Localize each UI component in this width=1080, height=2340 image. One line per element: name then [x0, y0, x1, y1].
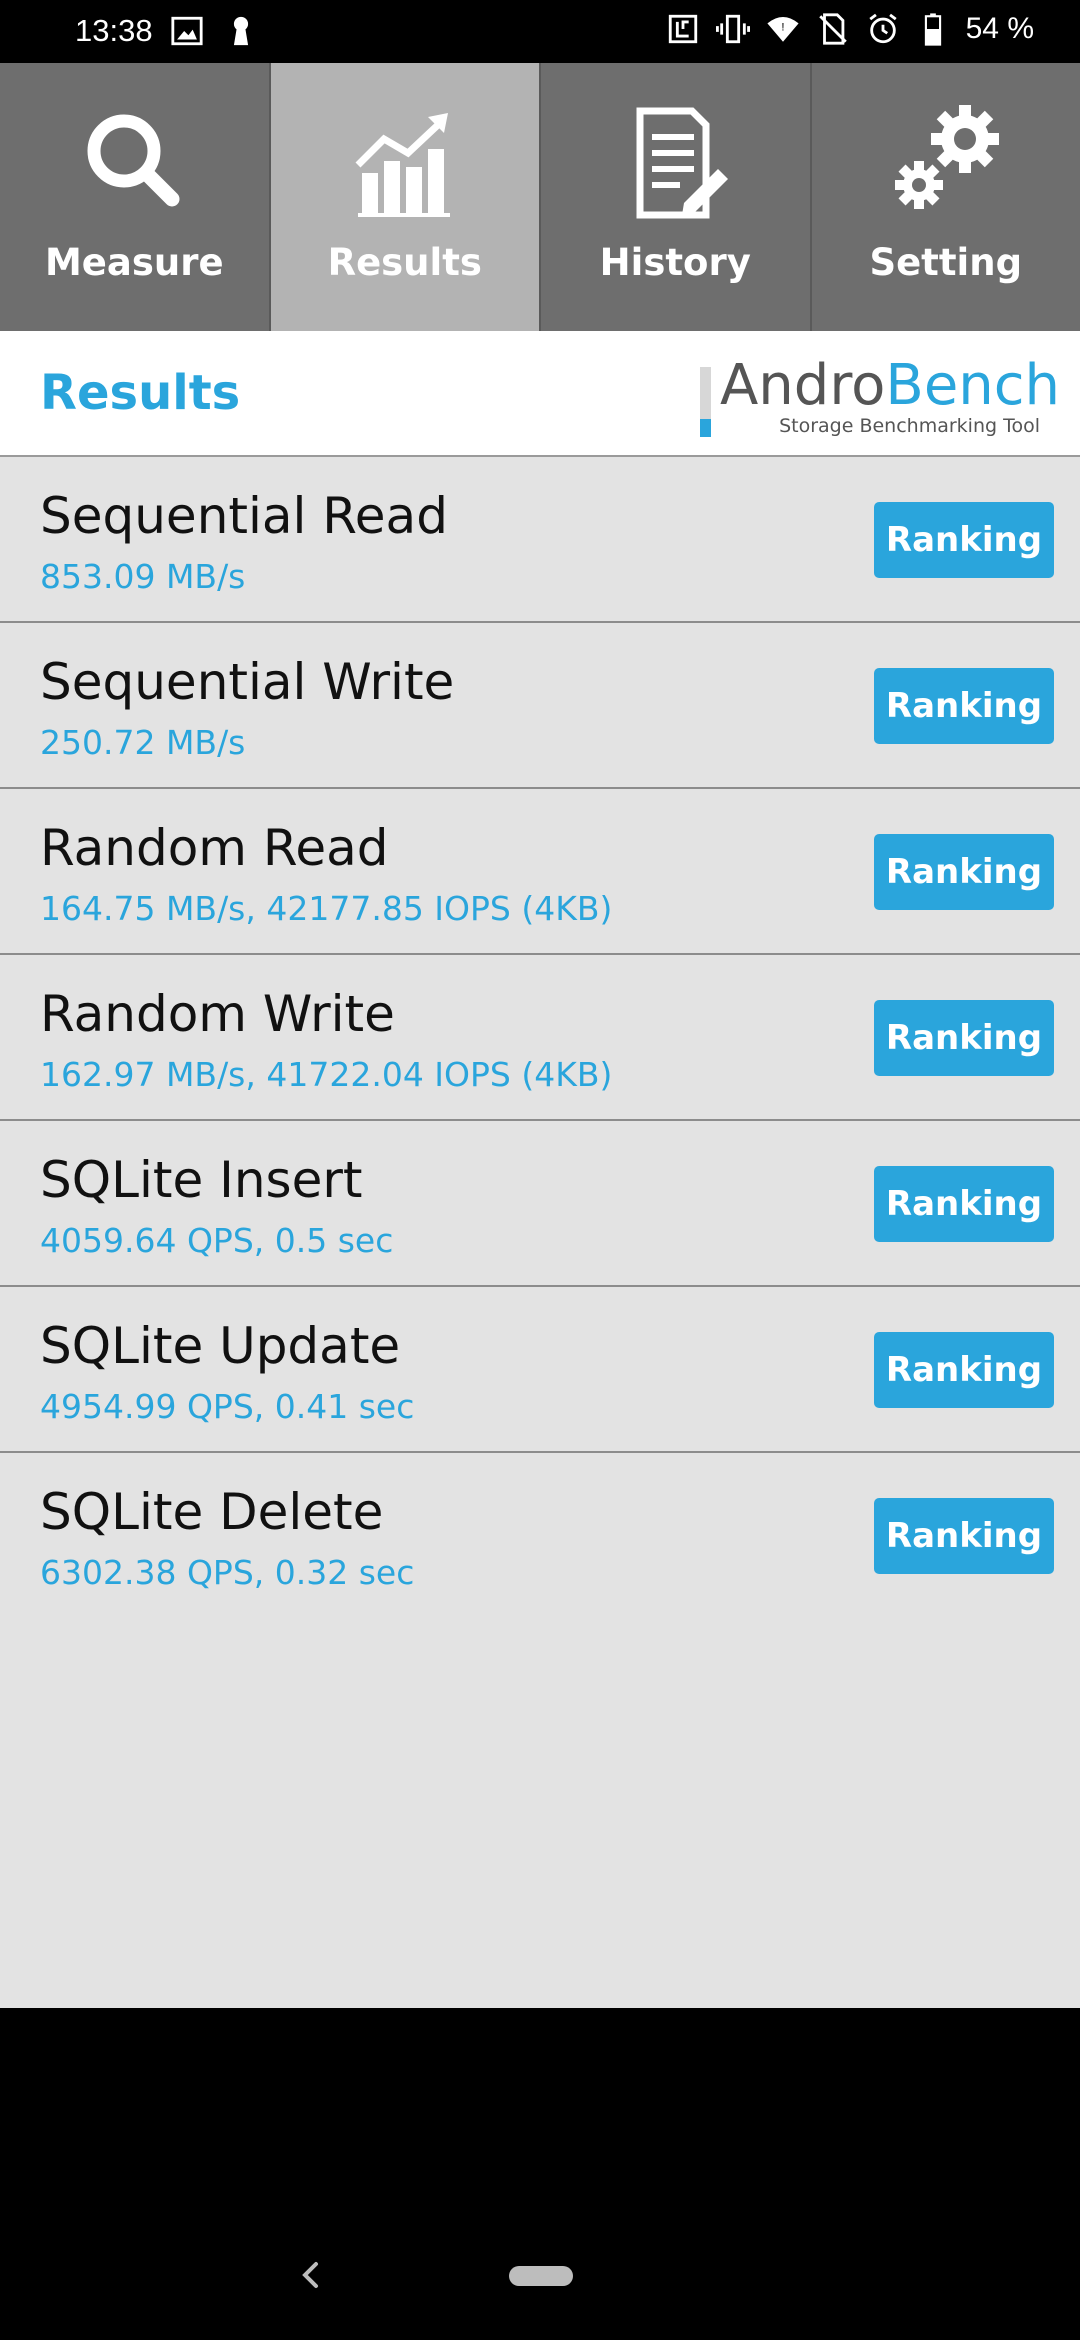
- image-icon: [171, 16, 203, 46]
- result-row-sqlite-update: SQLite Update 4954.99 QPS, 0.41 sec Rank…: [0, 1287, 1080, 1453]
- wifi-icon: !: [767, 16, 799, 42]
- page-title: Results: [40, 365, 241, 421]
- document-edit-icon: [636, 107, 729, 219]
- result-value: 4954.99 QPS, 0.41 sec: [40, 1387, 415, 1426]
- keyhole-icon: [233, 16, 249, 46]
- status-bar: 13:38 ! 54 %: [0, 0, 1080, 63]
- tab-history[interactable]: History: [541, 63, 812, 331]
- alarm-icon: [869, 13, 897, 44]
- result-row-random-read: Random Read 164.75 MB/s, 42177.85 IOPS (…: [0, 789, 1080, 955]
- result-value: 4059.64 QPS, 0.5 sec: [40, 1221, 394, 1260]
- chart-icon: [355, 113, 450, 217]
- back-icon[interactable]: [296, 2260, 326, 2290]
- result-value: 6302.38 QPS, 0.32 sec: [40, 1553, 415, 1592]
- logo-bar-accent: [700, 419, 711, 437]
- tab-label: History: [599, 241, 751, 284]
- result-name: Random Read: [40, 819, 389, 877]
- result-name: SQLite Insert: [40, 1151, 363, 1209]
- result-name: Sequential Write: [40, 653, 455, 711]
- ranking-button[interactable]: Ranking: [874, 1000, 1054, 1076]
- svg-text:!: !: [781, 21, 784, 33]
- tab-measure[interactable]: Measure: [0, 63, 271, 331]
- results-list: Sequential Read 853.09 MB/s Ranking Sequ…: [0, 457, 1080, 2008]
- ranking-button[interactable]: Ranking: [874, 1166, 1054, 1242]
- result-row-sqlite-delete: SQLite Delete 6302.38 QPS, 0.32 sec Rank…: [0, 1453, 1080, 1617]
- status-time: 13:38: [75, 13, 153, 48]
- search-icon: [87, 114, 180, 207]
- result-row-sequential-write: Sequential Write 250.72 MB/s Ranking: [0, 623, 1080, 789]
- tab-label: Measure: [44, 241, 224, 284]
- ranking-button[interactable]: Ranking: [874, 1332, 1054, 1408]
- result-name: SQLite Update: [40, 1317, 401, 1375]
- tab-label: Setting: [869, 241, 1023, 284]
- logo-subtitle: Storage Benchmarking Tool: [779, 415, 1040, 437]
- ranking-button[interactable]: Ranking: [874, 834, 1054, 910]
- result-name: Sequential Read: [40, 487, 448, 545]
- battery-percent: 54 %: [965, 12, 1034, 45]
- logo-andro: Andro: [720, 353, 886, 418]
- battery-icon: [924, 13, 941, 46]
- result-value: 164.75 MB/s, 42177.85 IOPS (4KB): [40, 889, 613, 928]
- results-header: Results AndroBench Storage Benchmarking …: [0, 331, 1080, 457]
- ranking-button[interactable]: Ranking: [874, 668, 1054, 744]
- result-row-random-write: Random Write 162.97 MB/s, 41722.04 IOPS …: [0, 955, 1080, 1121]
- gears-icon: [894, 105, 999, 209]
- tab-results[interactable]: Results: [270, 63, 541, 331]
- nfc-icon: [668, 14, 697, 44]
- ranking-button[interactable]: Ranking: [874, 502, 1054, 578]
- home-pill[interactable]: [509, 2266, 573, 2286]
- ranking-button[interactable]: Ranking: [874, 1498, 1054, 1574]
- logo-text: AndroBench: [720, 353, 1060, 419]
- result-value: 250.72 MB/s: [40, 723, 246, 762]
- system-nav-bar: [0, 2008, 1080, 2340]
- vibrate-icon: [715, 14, 750, 44]
- top-tab-bar: Measure Results History Setting: [0, 63, 1080, 331]
- result-name: Random Write: [40, 985, 395, 1043]
- logo-bench: Bench: [885, 353, 1061, 418]
- tab-label: Results: [327, 241, 482, 284]
- result-row-sequential-read: Sequential Read 853.09 MB/s Ranking: [0, 457, 1080, 623]
- result-value: 162.97 MB/s, 41722.04 IOPS (4KB): [40, 1055, 613, 1094]
- result-name: SQLite Delete: [40, 1483, 384, 1541]
- result-row-sqlite-insert: SQLite Insert 4059.64 QPS, 0.5 sec Ranki…: [0, 1121, 1080, 1287]
- result-value: 853.09 MB/s: [40, 557, 246, 596]
- androbench-logo: AndroBench Storage Benchmarking Tool: [700, 353, 1060, 443]
- no-sim-icon: [818, 13, 847, 45]
- tab-setting[interactable]: Setting: [811, 63, 1080, 331]
